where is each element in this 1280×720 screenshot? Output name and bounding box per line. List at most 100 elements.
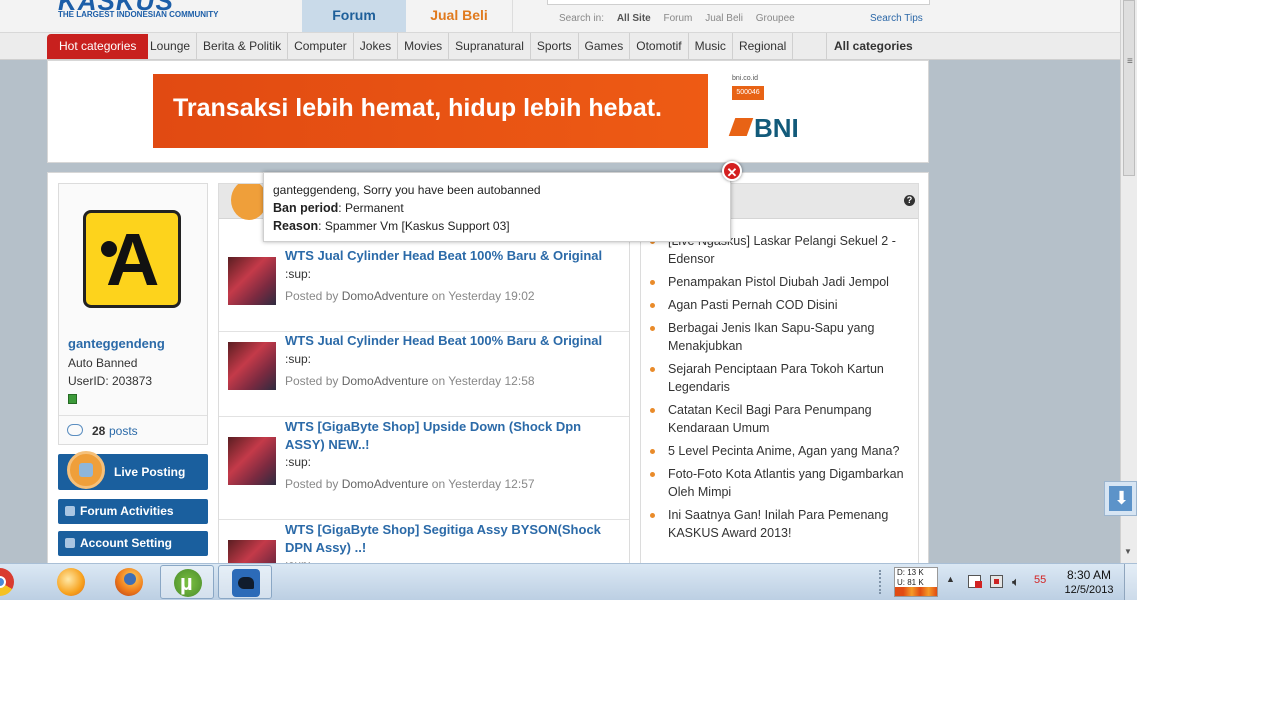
profile-username[interactable]: ganteggendeng bbox=[68, 336, 165, 351]
posts-link[interactable]: posts bbox=[109, 424, 138, 438]
close-icon[interactable]: ✕ bbox=[722, 161, 742, 181]
search-input[interactable] bbox=[547, 0, 930, 5]
chat-bubble-icon bbox=[67, 424, 83, 436]
hot-thread-link[interactable]: Sejarah Penciptaan Para Tokoh Kartun Leg… bbox=[641, 360, 918, 396]
hot-thread-link[interactable]: Agan Pasti Pernah COD Disini bbox=[641, 296, 918, 314]
category-lounge[interactable]: Lounge bbox=[144, 33, 198, 59]
thread-meta: Posted by DomoAdventure on Yesterday 19:… bbox=[285, 289, 535, 303]
search-scope-forum[interactable]: Forum bbox=[664, 13, 693, 24]
thread-thumbnail[interactable] bbox=[228, 437, 276, 485]
ad-banner-text: Transaksi lebih hemat, hidup lebih hebat… bbox=[173, 94, 662, 122]
network-meter[interactable]: D: 13 K U: 81 K bbox=[894, 567, 938, 597]
tray-grip bbox=[879, 570, 885, 594]
scroll-down-arrow-icon[interactable]: ▼ bbox=[1124, 547, 1132, 556]
ban-period-label: Ban period bbox=[273, 201, 339, 215]
network-graph bbox=[895, 587, 937, 596]
thread-thumbnail[interactable] bbox=[228, 257, 276, 305]
search-scope-all-site[interactable]: All Site bbox=[617, 13, 651, 24]
search-tips-link[interactable]: Search Tips bbox=[870, 13, 923, 24]
search-scope-groupee[interactable]: Groupee bbox=[756, 13, 795, 24]
category-sports[interactable]: Sports bbox=[531, 33, 579, 59]
hot-thread-link[interactable]: Foto-Foto Kota Atlantis yang Digambarkan… bbox=[641, 465, 918, 501]
hot-thread-link[interactable]: Ini Saatnya Gan! Inilah Para Pemenang KA… bbox=[641, 506, 918, 542]
category-jokes[interactable]: Jokes bbox=[354, 33, 399, 59]
all-categories-dropdown[interactable]: All categories ▾ bbox=[826, 33, 920, 79]
tray-expand-icon[interactable]: ▲ bbox=[946, 574, 955, 584]
windows-taskbar: D: 13 K U: 81 K ▲ 🔈︎ 55 8:30 AM 12/5/201… bbox=[0, 563, 1137, 600]
twitter-bird-icon bbox=[232, 569, 260, 597]
live-posting-label: Live Posting bbox=[114, 465, 186, 479]
scrollbar-grip-icon: ≡ bbox=[1127, 56, 1133, 67]
category-regional[interactable]: Regional bbox=[733, 33, 794, 59]
tab-jual-beli[interactable]: Jual Beli bbox=[406, 0, 513, 32]
thread-title[interactable]: WTS [GigaByte Shop] Upside Down (Shock D… bbox=[285, 418, 621, 454]
utorrent-icon bbox=[174, 569, 202, 597]
thread-title[interactable]: WTS Jual Cylinder Head Beat 100% Baru & … bbox=[285, 332, 621, 350]
category-otomotif[interactable]: Otomotif bbox=[630, 33, 689, 59]
category-movies[interactable]: Movies bbox=[398, 33, 450, 59]
ban-period-row: Ban period: Permanent bbox=[273, 201, 404, 215]
hot-categories-label[interactable]: Hot categories bbox=[47, 34, 149, 59]
ban-reason-row: Reason: Spammer Vm [Kaskus Support 03] bbox=[273, 219, 510, 233]
profile-user-id: UserID: 203873 bbox=[68, 374, 153, 388]
profile-posts-row: 28 posts bbox=[59, 415, 207, 446]
thread-title[interactable]: WTS Jual Cylinder Head Beat 100% Baru & … bbox=[285, 247, 621, 265]
clock-time[interactable]: 8:30 AM bbox=[1054, 568, 1124, 582]
down-arrow-icon: ⬇ bbox=[1114, 488, 1130, 508]
thread-posted-by: Posted by bbox=[285, 477, 339, 491]
scrollbar-thumb[interactable]: ≡ bbox=[1123, 0, 1135, 176]
taskbar-twitter[interactable] bbox=[218, 565, 272, 599]
ban-period-value: : Permanent bbox=[338, 201, 404, 215]
bni-site-text: bni.co.id bbox=[732, 75, 759, 82]
search-scope-bar: Search in: All Site Forum Jual Beli Grou… bbox=[559, 13, 805, 24]
power-icon[interactable] bbox=[990, 575, 1003, 588]
tab-forum[interactable]: Forum bbox=[302, 0, 406, 32]
download-arrow-button[interactable]: ⬇ bbox=[1104, 481, 1137, 516]
thread-meta: Posted by DomoAdventure on Yesterday 12:… bbox=[285, 374, 535, 388]
category-music[interactable]: Music bbox=[689, 33, 733, 59]
thread-time: on Yesterday 12:58 bbox=[431, 374, 535, 388]
forum-activities-button[interactable]: Forum Activities bbox=[58, 499, 208, 524]
thread-meta: Posted by DomoAdventure on Yesterday 12:… bbox=[285, 477, 535, 491]
taskbar-app-orb[interactable] bbox=[44, 565, 98, 599]
thread-posted-by: Posted by bbox=[285, 374, 339, 388]
ad-banner[interactable]: Transaksi lebih hemat, hidup lebih hebat… bbox=[153, 74, 713, 148]
page-scrollbar[interactable]: ≡ ▼ bbox=[1120, 0, 1137, 563]
category-bar: Hot categories Lounge Berita & Politik C… bbox=[0, 33, 1120, 79]
clock-date[interactable]: 12/5/2013 bbox=[1054, 584, 1124, 596]
avatar[interactable]: A bbox=[83, 210, 181, 308]
tray-counter[interactable]: 55 bbox=[1034, 574, 1046, 586]
taskbar-firefox[interactable] bbox=[102, 565, 156, 599]
category-list: Lounge Berita & Politik Computer Jokes M… bbox=[144, 33, 794, 59]
help-icon[interactable]: ? bbox=[904, 195, 915, 206]
category-berita-politik[interactable]: Berita & Politik bbox=[197, 33, 289, 59]
search-scope-jual-beli[interactable]: Jual Beli bbox=[705, 13, 743, 24]
hot-thread-link[interactable]: Penampakan Pistol Diubah Jadi Jempol bbox=[641, 273, 918, 291]
hot-thread-link[interactable]: Catatan Kecil Bagi Para Penumpang Kendar… bbox=[641, 401, 918, 437]
online-status-icon bbox=[68, 394, 77, 404]
network-monitor-icon[interactable] bbox=[968, 575, 982, 588]
show-desktop-button[interactable] bbox=[1124, 564, 1137, 600]
avatar-letter: A bbox=[106, 218, 160, 301]
thread-thumbnail[interactable] bbox=[228, 342, 276, 390]
category-supranatural[interactable]: Supranatural bbox=[449, 33, 531, 59]
thread-snippet: :sup: bbox=[285, 455, 312, 469]
category-computer[interactable]: Computer bbox=[288, 33, 354, 59]
taskbar-utorrent[interactable] bbox=[160, 565, 214, 599]
thread-time: on Yesterday 12:57 bbox=[431, 477, 535, 491]
thread-time: on Yesterday 19:02 bbox=[431, 289, 535, 303]
forum-activities-label: Forum Activities bbox=[80, 504, 174, 518]
category-games[interactable]: Games bbox=[579, 33, 631, 59]
thread-item: WTS [GigaByte Shop] Upside Down (Shock D… bbox=[219, 416, 629, 520]
thread-posted-by: Posted by bbox=[285, 289, 339, 303]
hot-thread-link[interactable]: 5 Level Pecinta Anime, Agan yang Mana? bbox=[641, 442, 918, 460]
live-posting-button[interactable]: Live Posting bbox=[58, 451, 208, 490]
thread-author[interactable]: DomoAdventure bbox=[342, 374, 429, 388]
thread-author[interactable]: DomoAdventure bbox=[342, 477, 429, 491]
account-setting-button[interactable]: Account Setting bbox=[58, 531, 208, 556]
hot-thread-link[interactable]: Berbagai Jenis Ikan Sapu-Sapu yang Menak… bbox=[641, 319, 918, 355]
chrome-icon bbox=[0, 568, 14, 596]
volume-icon[interactable]: 🔈︎ bbox=[1012, 575, 1025, 588]
thread-author[interactable]: DomoAdventure bbox=[342, 289, 429, 303]
thread-title[interactable]: WTS [GigaByte Shop] Segitiga Assy BYSON(… bbox=[285, 521, 621, 557]
